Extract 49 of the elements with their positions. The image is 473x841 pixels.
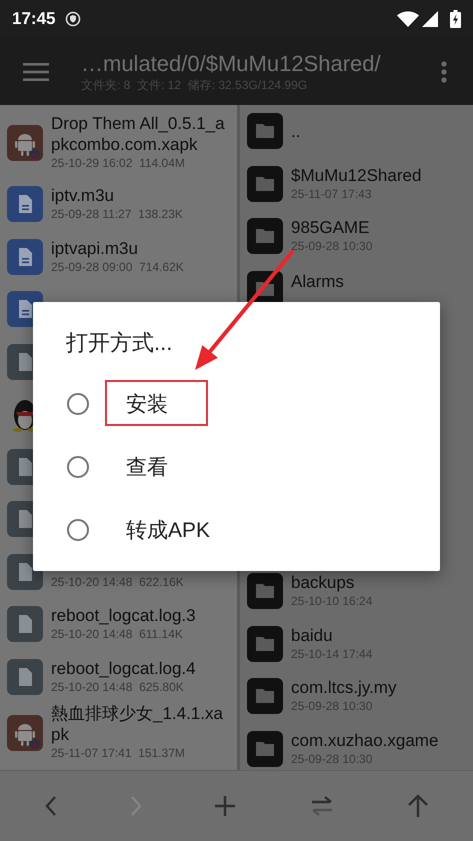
folder-name[interactable]: backups (291, 572, 467, 594)
back-icon[interactable] (44, 795, 58, 817)
file-details: 25-09-28 11:27 138.23K (51, 206, 184, 224)
folder-name[interactable]: baidu (291, 624, 467, 646)
folder-name[interactable]: Alarms (291, 270, 467, 292)
more-options-icon[interactable] (441, 60, 447, 82)
file-details: 25-10-20 14:48 622.16K (51, 574, 185, 591)
file-name[interactable]: Drop Them All_0.5.1_apkcombo.com.xapk (51, 113, 231, 155)
file-details: 25-10-29 16:02 114.04M (51, 155, 186, 172)
document-icon (7, 606, 43, 642)
file-name[interactable]: iptvapi.m3u (51, 238, 231, 259)
document-icon (7, 238, 43, 275)
folder-name[interactable]: 985GAME (291, 217, 467, 238)
file-name[interactable]: reboot_logcat.log.3 (51, 605, 231, 626)
file-details: 25-10-20 14:48 625.80K (51, 678, 185, 696)
file-name[interactable]: reboot_logcat.log.4 (51, 658, 231, 679)
folder-icon (247, 730, 283, 767)
folder-icon (247, 218, 283, 254)
menu-icon[interactable] (23, 62, 49, 80)
file-details: 25-09-28 09:00 714.62K (51, 258, 185, 276)
file-name[interactable]: 熱血排球少女_1.4.1.xapk (51, 703, 231, 745)
android-package-icon (7, 714, 43, 750)
up-arrow-icon[interactable] (407, 794, 430, 818)
folder-name[interactable]: .. (291, 120, 467, 142)
signal-icon (422, 11, 438, 27)
android-package-icon (7, 124, 43, 160)
dialog-title: 打开方式... (66, 329, 174, 357)
path-title: …mulated/0/$MuMu12Shared/ (81, 50, 382, 76)
wifi-icon (397, 11, 419, 27)
folder-icon (247, 166, 283, 202)
radio-option[interactable]: 转成APK (33, 498, 440, 561)
battery-charging-icon (450, 10, 461, 28)
folder-icon (247, 113, 283, 150)
folder-icon (247, 626, 283, 662)
file-details: 25-10-20 14:48 611.14K (51, 626, 184, 644)
file-details: 25-11-07 17:41 151.37M (51, 745, 186, 762)
document-icon (7, 658, 43, 695)
shield-icon (65, 11, 82, 27)
folder-name[interactable]: com.ltcs.jy.my (291, 677, 467, 698)
document-icon (7, 186, 43, 222)
folder-icon (247, 573, 283, 610)
folder-name[interactable]: com.xuzhao.xgame (291, 730, 467, 751)
radio-option[interactable]: 安装 (33, 372, 440, 435)
file-name[interactable]: iptv.m3u (51, 185, 231, 206)
add-icon[interactable] (214, 795, 236, 817)
radio-option[interactable]: 查看 (33, 435, 440, 498)
clock-time: 17:45 (12, 9, 56, 29)
folder-name[interactable]: $MuMu12Shared (291, 164, 467, 186)
folder-icon (247, 678, 283, 714)
